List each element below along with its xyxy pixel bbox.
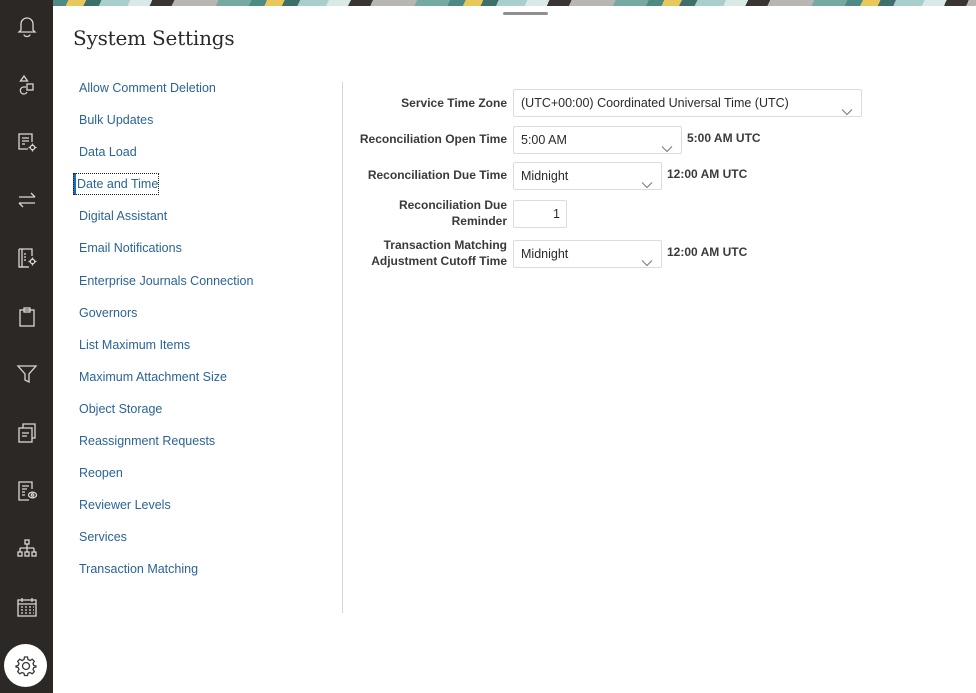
settings-item-email-notifications[interactable]: Email Notifications	[73, 236, 338, 268]
shapes-workflow-icon	[18, 74, 34, 95]
settings-item-bulk-updates[interactable]: Bulk Updates	[73, 108, 338, 140]
settings-item-digital-assistant[interactable]: Digital Assistant	[73, 204, 338, 236]
settings-item-list-maximum-items[interactable]: List Maximum Items	[73, 333, 338, 365]
book-settings-icon	[17, 248, 36, 268]
chevron-down-icon	[841, 99, 853, 116]
settings-item-object-storage[interactable]: Object Storage	[73, 397, 338, 429]
chevron-down-icon	[641, 250, 653, 267]
copy-documents-icon	[17, 423, 36, 443]
settings-item-data-load[interactable]: Data Load	[73, 140, 338, 172]
settings-item-maximum-attachment-size[interactable]: Maximum Attachment Size	[73, 365, 338, 397]
calendar-icon	[16, 598, 37, 617]
nav-document-settings[interactable]	[0, 122, 53, 162]
service-time-zone-value: (UTC+00:00) Coordinated Universal Time (…	[521, 96, 789, 110]
settings-item-enterprise-journals-connection[interactable]: Enterprise Journals Connection	[73, 269, 338, 301]
nav-settings[interactable]	[4, 644, 47, 687]
filter-icon	[16, 365, 37, 384]
reconciliation-open-time-label: Reconciliation Open Time	[359, 132, 507, 146]
reconciliation-open-time-utc: 5:00 AM UTC	[687, 131, 761, 145]
reconciliation-due-time-utc: 12:00 AM UTC	[667, 167, 748, 181]
tm-adjustment-cutoff-time-value: Midnight	[521, 247, 569, 261]
reconciliation-due-time-value: Midnight	[521, 169, 569, 183]
page-title: System Settings	[73, 26, 235, 50]
settings-item-date-and-time[interactable]: Date and Time	[73, 172, 338, 204]
nav-rail	[0, 0, 53, 693]
nav-report-view[interactable]	[0, 471, 53, 511]
settings-item-reopen[interactable]: Reopen	[73, 461, 338, 493]
settings-item-reassignment-requests[interactable]: Reassignment Requests	[73, 429, 338, 461]
tm-adjustment-cutoff-time-select[interactable]: Midnight	[513, 240, 662, 268]
reconciliation-open-time-select[interactable]: 5:00 AM	[513, 126, 682, 154]
settings-item-allow-comment-deletion[interactable]: Allow Comment Deletion	[73, 76, 338, 108]
gear-icon	[14, 655, 37, 676]
nav-notifications[interactable]	[0, 6, 53, 46]
nav-transfers[interactable]	[0, 180, 53, 220]
document-settings-icon	[17, 133, 36, 152]
bell-icon	[16, 17, 37, 38]
chevron-down-icon	[661, 136, 673, 153]
settings-item-services[interactable]: Services	[73, 525, 338, 557]
reconciliation-open-time-value: 5:00 AM	[521, 133, 567, 147]
settings-item-governors[interactable]: Governors	[73, 301, 338, 333]
tm-adjustment-cutoff-time-utc: 12:00 AM UTC	[667, 245, 748, 259]
report-view-icon	[17, 481, 37, 501]
nav-workflow[interactable]	[0, 65, 53, 105]
reconciliation-due-reminder-label: Reconciliation Due Reminder	[398, 198, 507, 228]
settings-item-transaction-matching[interactable]: Transaction Matching	[73, 557, 338, 589]
clipboard-icon	[18, 307, 35, 327]
nav-filter[interactable]	[0, 354, 53, 394]
nav-clipboard[interactable]	[0, 297, 53, 337]
drag-handle[interactable]	[503, 12, 548, 15]
service-time-zone-label: Service Time Zone	[401, 96, 507, 110]
panel-divider	[342, 82, 343, 613]
nav-documents[interactable]	[0, 413, 53, 453]
tm-adjustment-cutoff-time-label: Transaction Matching Adjustment Cutoff T…	[371, 238, 507, 268]
hierarchy-icon	[16, 539, 37, 557]
nav-hierarchy[interactable]	[0, 529, 53, 569]
nav-book-settings[interactable]	[0, 238, 53, 278]
service-time-zone-select[interactable]: (UTC+00:00) Coordinated Universal Time (…	[513, 89, 862, 117]
reconciliation-due-time-select[interactable]: Midnight	[513, 162, 662, 190]
reconciliation-due-time-label: Reconciliation Due Time	[367, 168, 507, 182]
nav-calendar[interactable]	[0, 587, 53, 627]
chevron-down-icon	[641, 172, 653, 189]
header-banner	[53, 0, 976, 6]
reconciliation-due-reminder-input[interactable]	[513, 200, 567, 228]
transfer-arrows-icon	[18, 192, 35, 208]
settings-item-reviewer-levels[interactable]: Reviewer Levels	[73, 493, 338, 525]
settings-category-list: Allow Comment Deletion Bulk Updates Data…	[73, 76, 338, 590]
